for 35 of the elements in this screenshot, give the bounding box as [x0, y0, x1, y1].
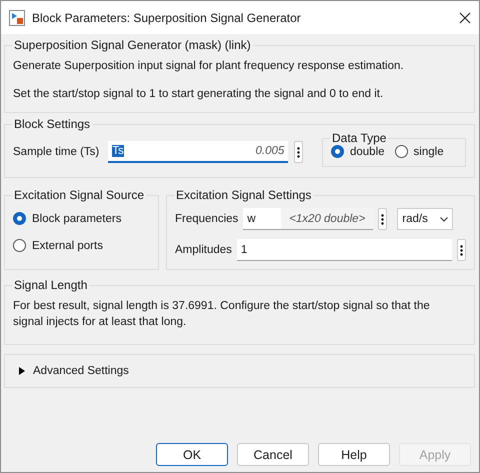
- more-options-icon: [460, 244, 463, 256]
- frequencies-field[interactable]: w <1x20 double>: [243, 208, 374, 230]
- section-title: Excitation Signal Settings: [175, 188, 312, 202]
- block-icon: [9, 10, 25, 26]
- chevron-icon: [440, 216, 448, 222]
- radio-option[interactable]: double: [331, 145, 385, 158]
- description-text: Set the start/stop signal to 1 to start generating the signal and 0 to end it.: [13, 87, 384, 102]
- advanced-settings-toggle[interactable]: Advanced Settings: [19, 365, 460, 377]
- description-text: Generate Superposition input signal for plant frequency response estimation.: [13, 59, 405, 74]
- dialog-button[interactable]: Help: [318, 443, 390, 466]
- radio-option[interactable]: Block parameters: [13, 212, 150, 225]
- section-title: Signal Length: [13, 278, 88, 292]
- section-title: Block Settings: [13, 117, 92, 131]
- unit-dropdown[interactable]: rad/s: [397, 208, 454, 230]
- field-label: Frequencies: [175, 213, 238, 225]
- dialog-button[interactable]: OK: [156, 443, 228, 466]
- options-button[interactable]: [294, 141, 304, 163]
- signal-length-text: For best result, signal length is 37.6991. Configure the start/stop signal so that the signal injects for at least that long.: [13, 299, 431, 330]
- radio-option[interactable]: single: [394, 145, 444, 158]
- section-title: Excitation Signal Source: [13, 188, 146, 202]
- section-title: Data Type: [331, 131, 388, 145]
- window-title: Block Parameters: Superposition Signal Generator: [32, 10, 302, 24]
- close-icon[interactable]: [459, 12, 471, 24]
- options-button[interactable]: [457, 239, 466, 261]
- field-label: Amplitudes: [175, 244, 232, 256]
- dialog-button[interactable]: Cancel: [237, 443, 309, 466]
- field-label: Sample time (Ts): [13, 146, 100, 158]
- section-title: Superposition Signal Generator (mask) (link): [13, 38, 252, 52]
- sample-time-field[interactable]: Ts 0.005: [108, 141, 288, 163]
- more-options-icon: [381, 214, 384, 224]
- radio-option[interactable]: External ports: [13, 239, 150, 252]
- amplitudes-field[interactable]: 1: [236, 239, 452, 261]
- more-options-icon: [297, 146, 300, 158]
- options-button[interactable]: [378, 208, 388, 230]
- expand-arrow-icon: [19, 367, 25, 375]
